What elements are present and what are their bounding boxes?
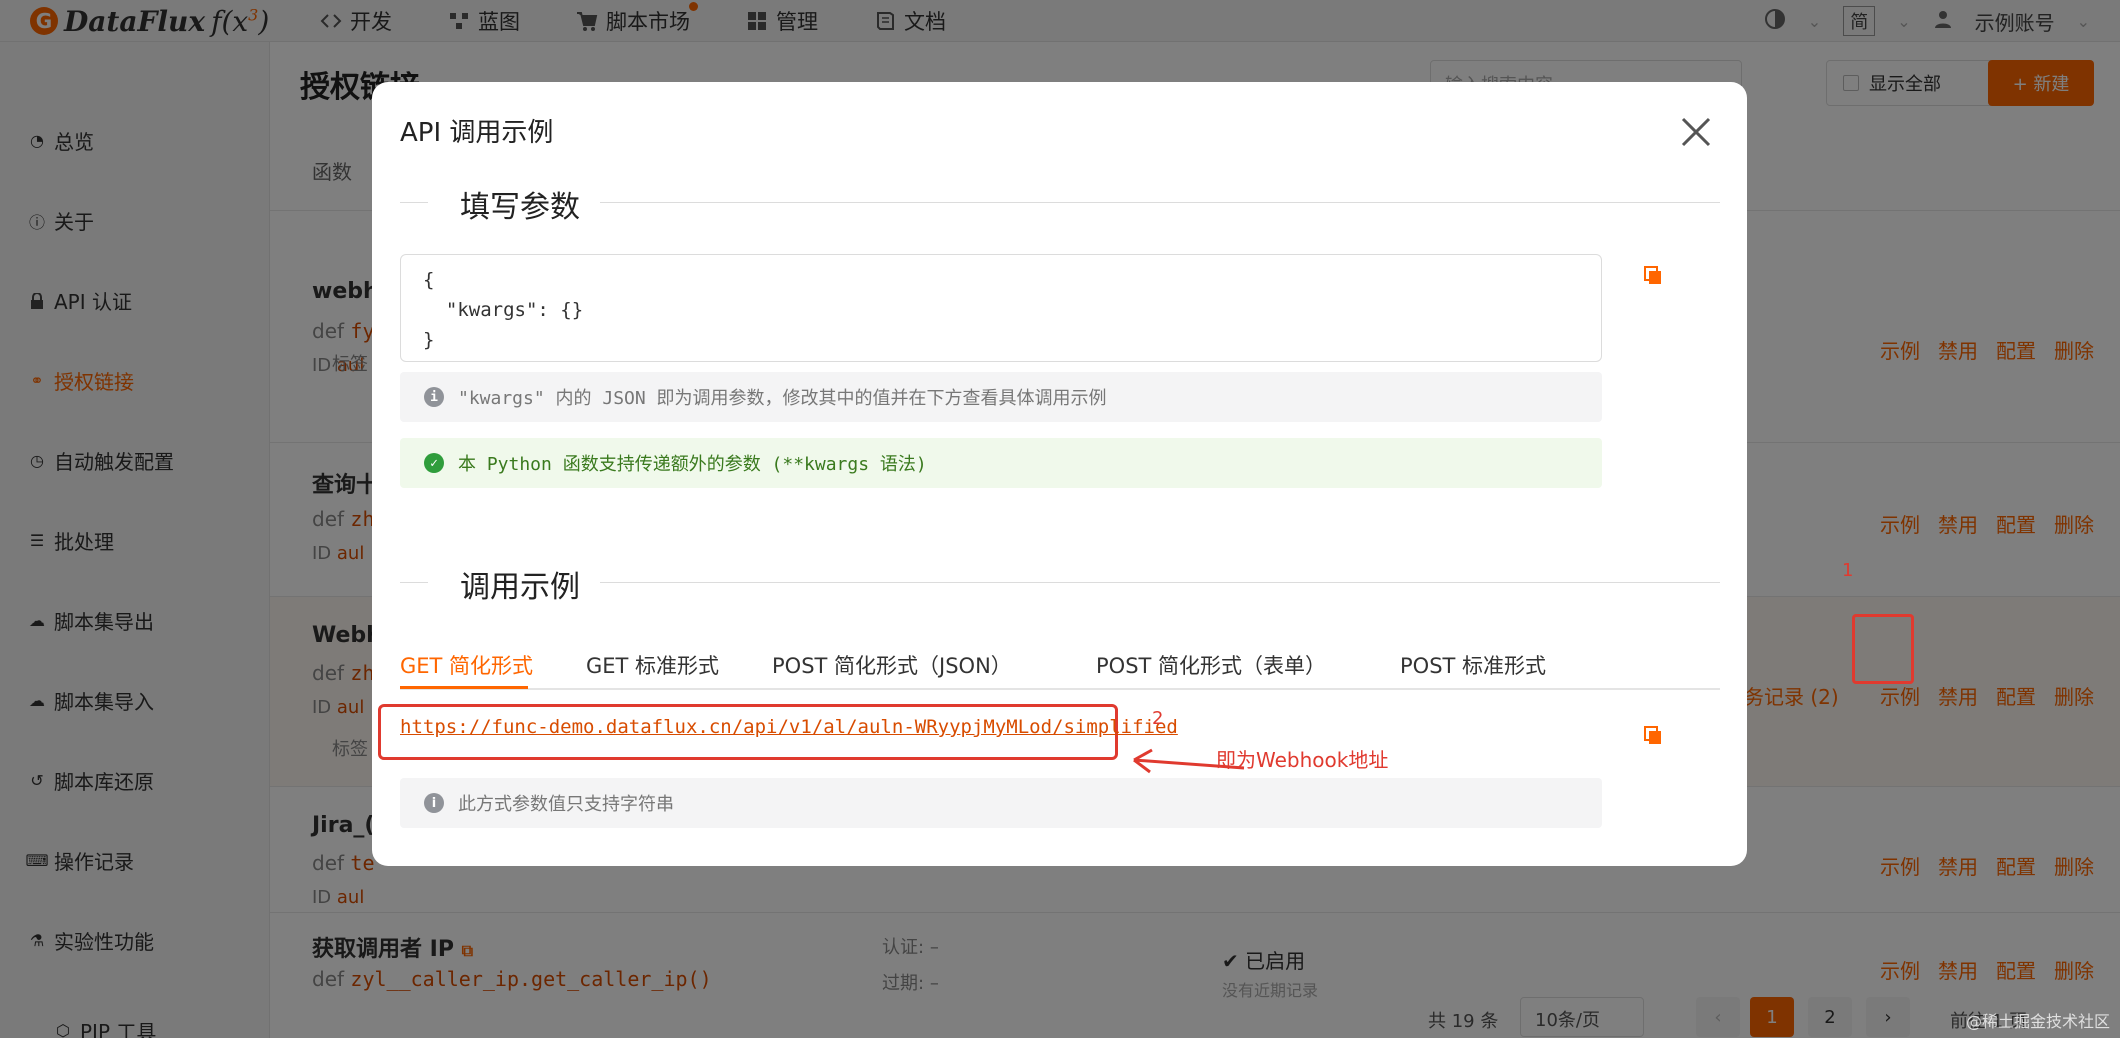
example-tabs: GET 简化形式 GET 标准形式 POST 简化形式（JSON） POST 简…: [400, 642, 1720, 690]
annotation-number-1: 1: [1842, 560, 1854, 581]
copy-icon[interactable]: [1642, 724, 1664, 746]
copy-icon[interactable]: [1642, 264, 1664, 286]
section-examples-header: 调用示例: [400, 562, 1720, 605]
info-icon: i: [424, 793, 444, 813]
watermark: @稀土掘金技术社区: [1965, 1012, 2110, 1031]
annotation-label: 即为Webhook地址: [1216, 748, 1389, 772]
webhook-url-link[interactable]: https://func-demo.dataflux.cn/api/v1/al/…: [400, 716, 1178, 738]
annotation-box-example: [1852, 614, 1914, 684]
kwargs-info-note: i "kwargs" 内的 JSON 即为调用参数，修改其中的值并在下方查看具体…: [400, 372, 1602, 422]
dialog-title: API 调用示例: [400, 118, 554, 148]
section-title: 填写参数: [460, 190, 580, 225]
api-example-dialog: API 调用示例 填写参数 { "kwargs": {} } i "kwargs…: [372, 82, 1747, 866]
tab-post-simplified-json[interactable]: POST 简化形式（JSON）: [772, 650, 1012, 680]
tab-get-simplified[interactable]: GET 简化形式: [400, 650, 533, 680]
tab-post-simplified-form[interactable]: POST 简化形式（表单）: [1096, 650, 1326, 680]
check-circle-icon: ✓: [424, 453, 444, 473]
info-icon: i: [424, 387, 444, 407]
section-title: 调用示例: [460, 570, 580, 605]
annotation-number-2: 2: [1152, 708, 1164, 729]
params-code-editor[interactable]: { "kwargs": {} }: [400, 254, 1602, 362]
close-icon[interactable]: [1678, 114, 1714, 150]
string-only-note: i 此方式参数值只支持字符串: [400, 778, 1602, 828]
tab-post-standard[interactable]: POST 标准形式: [1400, 650, 1546, 680]
active-tab-indicator: [400, 686, 528, 689]
tab-get-standard[interactable]: GET 标准形式: [586, 650, 719, 680]
section-params-header: 填写参数: [400, 182, 1720, 225]
kwargs-success-note: ✓ 本 Python 函数支持传递额外的参数 (**kwargs 语法): [400, 438, 1602, 488]
